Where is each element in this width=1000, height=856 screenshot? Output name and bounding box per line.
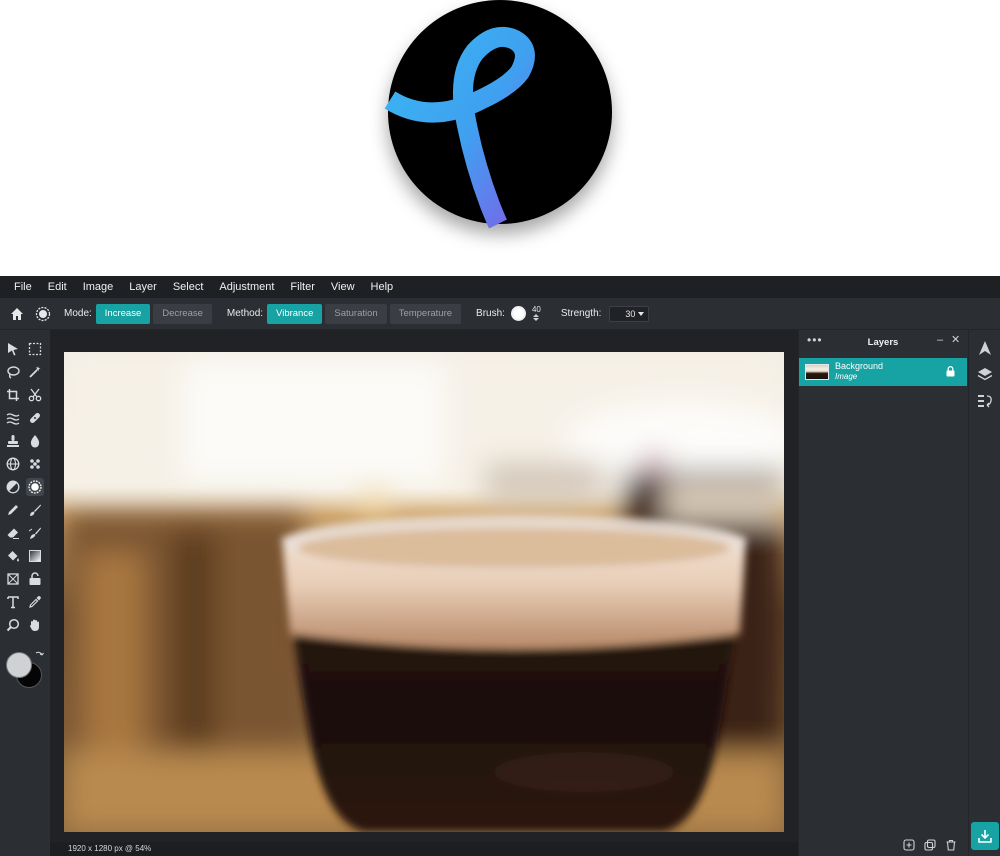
lock-shape-icon[interactable] [26, 570, 44, 588]
marquee-tool-icon[interactable] [26, 340, 44, 358]
swap-colors-icon[interactable] [34, 650, 44, 660]
layers-icon[interactable] [977, 366, 993, 382]
minimize-icon[interactable]: – [937, 334, 943, 346]
download-icon [978, 830, 992, 843]
menu-file[interactable]: File [14, 281, 32, 293]
scissors-icon[interactable] [26, 386, 44, 404]
liquify-tool-icon[interactable] [4, 409, 22, 427]
lasso-tool-icon[interactable] [4, 363, 22, 381]
move-tool-icon[interactable] [4, 340, 22, 358]
brush-preview[interactable] [510, 306, 526, 321]
sponge-icon[interactable] [26, 455, 44, 473]
pencil-icon[interactable] [4, 501, 22, 519]
layers-panel: ••• Layers – ✕ Background Image [798, 330, 968, 856]
mode-decrease-button[interactable]: Decrease [153, 303, 212, 324]
close-icon[interactable]: ✕ [951, 333, 960, 346]
toolbox [0, 330, 50, 856]
saturation-tool-icon [34, 305, 52, 323]
status-bar: 1920 x 1280 px @ 54% [50, 842, 798, 856]
saturation-icon[interactable] [26, 478, 44, 496]
tool-options-bar: Mode: Increase Decrease Method: Vibrance… [0, 298, 1000, 330]
method-vibrance-button[interactable]: Vibrance [267, 303, 323, 324]
menu-adjustment[interactable]: Adjustment [219, 281, 274, 293]
menu-bar: File Edit Image Layer Select Adjustment … [0, 276, 1000, 298]
brush-size-value: 40 [531, 305, 541, 314]
canvas-image[interactable] [64, 352, 784, 832]
layer-name: Background [835, 361, 884, 371]
duplicate-layer-icon[interactable] [924, 839, 936, 851]
method-label: Method: [226, 308, 264, 319]
menu-help[interactable]: Help [371, 281, 394, 293]
gradient-icon[interactable] [26, 547, 44, 565]
text-tool-icon[interactable] [4, 593, 22, 611]
layers-footer [799, 834, 969, 856]
layer-item[interactable]: Background Image [799, 358, 967, 386]
paint-bucket-icon[interactable] [4, 547, 22, 565]
app-logo [384, 0, 612, 229]
menu-view[interactable]: View [331, 281, 355, 293]
coffee-glass-photo [64, 352, 784, 832]
zoom-icon[interactable] [4, 616, 22, 634]
menu-edit[interactable]: Edit [48, 281, 67, 293]
strength-label: Strength: [560, 308, 602, 319]
photo-editor-app: File Edit Image Layer Select Adjustment … [0, 276, 1000, 856]
clone-stamp-icon[interactable] [4, 432, 22, 450]
menu-layer[interactable]: Layer [129, 281, 157, 293]
stepper-arrows-icon [533, 314, 540, 321]
history-icon[interactable] [977, 393, 993, 409]
contrast-icon[interactable] [4, 478, 22, 496]
menu-select[interactable]: Select [173, 281, 204, 293]
strength-value: 30 [625, 308, 636, 319]
layer-thumbnail [805, 364, 829, 380]
foreground-color-swatch[interactable] [6, 652, 32, 678]
logo-area [0, 0, 1000, 276]
lock-icon[interactable] [946, 366, 955, 377]
magic-wand-tool-icon[interactable] [26, 363, 44, 381]
crop-tool-icon[interactable] [4, 386, 22, 404]
canvas-area[interactable]: 1920 x 1280 px @ 54% [50, 330, 798, 856]
eraser-icon[interactable] [4, 524, 22, 542]
method-saturation-button[interactable]: Saturation [325, 303, 387, 324]
strength-select[interactable]: 30 [609, 305, 650, 322]
bandage-icon[interactable] [26, 409, 44, 427]
mode-increase-button[interactable]: Increase [95, 303, 151, 324]
eyedropper-icon[interactable] [26, 593, 44, 611]
image-size-status: 1920 x 1280 px @ 54% [68, 844, 152, 853]
brush-label: Brush: [476, 308, 505, 319]
smudge-icon[interactable] [26, 524, 44, 542]
add-layer-icon[interactable] [903, 839, 915, 851]
right-panel-strip [968, 330, 1000, 856]
home-icon[interactable] [8, 305, 26, 323]
globe-icon[interactable] [4, 455, 22, 473]
menu-filter[interactable]: Filter [290, 281, 314, 293]
hand-icon[interactable] [26, 616, 44, 634]
download-button[interactable] [971, 822, 999, 850]
shape-icon[interactable] [4, 570, 22, 588]
blur-drop-icon[interactable] [26, 432, 44, 450]
navigator-icon[interactable] [977, 340, 993, 356]
chevron-down-icon [638, 311, 645, 316]
brush-icon[interactable] [26, 501, 44, 519]
mode-label: Mode: [64, 308, 92, 319]
brush-size-stepper[interactable]: 40 [532, 306, 541, 321]
delete-layer-icon[interactable] [945, 839, 957, 851]
menu-image[interactable]: Image [83, 281, 114, 293]
layers-panel-header: ••• Layers – ✕ [799, 330, 969, 354]
layer-type: Image [835, 372, 858, 381]
method-temperature-button[interactable]: Temperature [389, 303, 462, 324]
